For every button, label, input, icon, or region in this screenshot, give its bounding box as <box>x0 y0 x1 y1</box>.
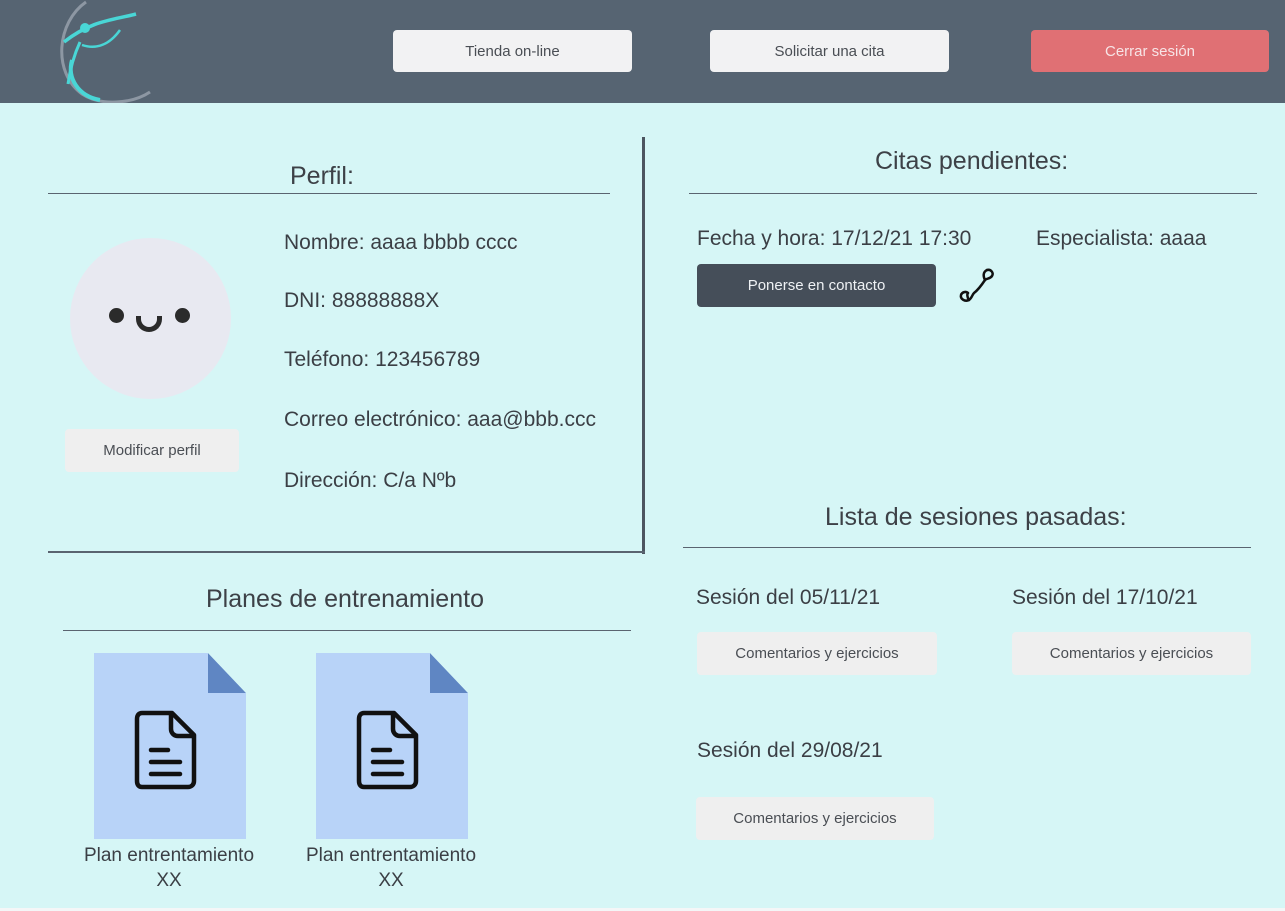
plan-name: Plan entrentamiento <box>305 845 477 866</box>
avatar-left-eye <box>109 308 124 323</box>
session-date-label: Sesión del 17/10/21 <box>1012 586 1198 609</box>
profile-email: Correo electrónico: aaa@bbb.ccc <box>284 408 596 431</box>
contact-button[interactable]: Ponerse en contacto <box>697 264 936 307</box>
profile-address: Dirección: C/a Nºb <box>284 469 457 492</box>
avatar-mouth <box>136 316 162 332</box>
plan-label: Plan entrentamiento XX <box>64 843 274 893</box>
logo-icon[interactable] <box>52 0 162 103</box>
avatar <box>70 238 231 399</box>
past-sessions-title: Lista de sesiones pasadas: <box>825 503 1127 531</box>
profile-divider <box>48 193 610 194</box>
profile-phone: Teléfono: 123456789 <box>284 348 481 371</box>
profile-bottom-divider <box>48 551 645 553</box>
session-comments-button[interactable]: Comentarios y ejercicios <box>696 797 934 840</box>
session-date-label: Sesión del 29/08/21 <box>697 739 883 762</box>
section-vertical-divider <box>642 137 645 554</box>
appointment-datetime: Fecha y hora: 17/12/21 17:30 <box>697 227 972 250</box>
document-icon[interactable] <box>94 653 246 839</box>
phone-icon[interactable] <box>957 266 997 304</box>
shop-button[interactable]: Tienda on-line <box>393 30 632 72</box>
plan-code: XX <box>156 870 182 891</box>
document-icon[interactable] <box>316 653 468 839</box>
header-bar: Tienda on-line Solicitar una cita Cerrar… <box>0 0 1285 103</box>
profile-dni: DNI: 88888888X <box>284 289 440 312</box>
appointments-divider <box>689 193 1257 194</box>
appointment-specialist: Especialista: aaaa <box>1036 227 1207 250</box>
avatar-right-eye <box>175 308 190 323</box>
profile-name: Nombre: aaaa bbbb cccc <box>284 231 518 254</box>
session-comments-button[interactable]: Comentarios y ejercicios <box>697 632 937 675</box>
plans-divider <box>63 630 631 631</box>
plan-code: XX <box>378 870 404 891</box>
request-appointment-button[interactable]: Solicitar una cita <box>710 30 949 72</box>
profile-title: Perfil: <box>290 162 354 190</box>
plan-name: Plan entrentamiento <box>83 845 255 866</box>
plan-label: Plan entrentamiento XX <box>286 843 496 893</box>
plans-title: Planes de entrenamiento <box>206 585 484 613</box>
logout-button[interactable]: Cerrar sesión <box>1031 30 1269 72</box>
appointments-title: Citas pendientes: <box>875 147 1069 175</box>
session-comments-button[interactable]: Comentarios y ejercicios <box>1012 632 1251 675</box>
edit-profile-button[interactable]: Modificar perfil <box>65 429 239 472</box>
past-sessions-divider <box>683 547 1251 548</box>
session-date-label: Sesión del 05/11/21 <box>696 586 881 609</box>
